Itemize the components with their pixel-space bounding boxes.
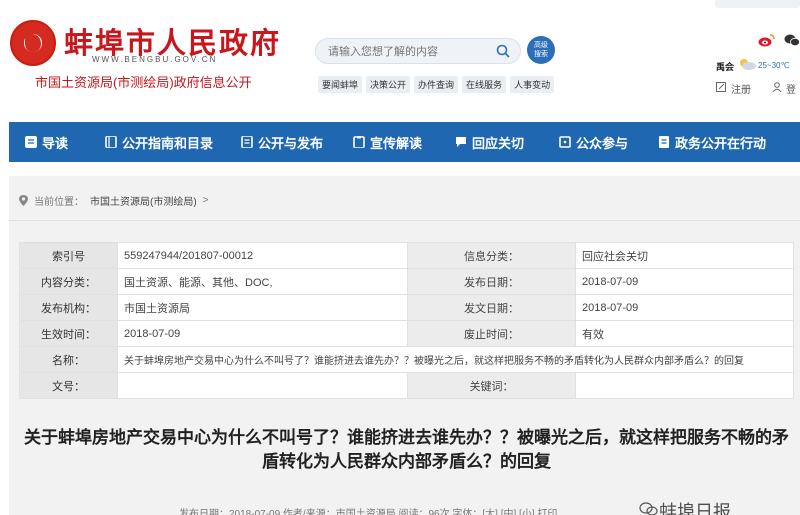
publisher-label: 发布机构： [19, 294, 118, 321]
advanced-search-label: 高级 搜索 [534, 42, 548, 58]
clipboard-icon [353, 136, 365, 148]
doc-no-value [117, 372, 408, 399]
weather-temperature: 25~30℃ [758, 61, 790, 70]
nav-label: 回应关切 [472, 135, 525, 151]
keywords-value [575, 372, 794, 399]
site-domain: WWW.BENGBU.GOV.CN [92, 55, 218, 64]
department-subtitle[interactable]: 市国土资源局(市测绘局)政府信息公开 [35, 72, 252, 91]
nav-item-participation[interactable]: 公众参与 [559, 122, 628, 162]
main-nav: 导读 公开指南和目录 公开与发布 宣传解读 回应关切 公众参与 政务公开在行动 [9, 122, 800, 162]
content-panel: 当前位置： 市国土资源局(市测绘局) > 索引号 559247944/20180… [9, 176, 800, 515]
table-row: 发布机构： 市国土资源局 发文日期： 2018-07-09 [19, 294, 794, 321]
info-class-label: 信息分类： [407, 242, 576, 269]
advanced-search-button[interactable]: 高级 搜索 [527, 36, 555, 64]
publish-date-value: 2018-07-09 [575, 268, 794, 295]
search-icon[interactable] [496, 44, 510, 58]
doc-no-label: 文号： [19, 372, 118, 399]
validity-value: 有效 [575, 320, 794, 347]
nav-item-action[interactable]: 政务公开在行动 [658, 122, 766, 162]
nav-item-publish[interactable]: 公开与发布 [241, 122, 323, 162]
content-class-label: 内容分类： [19, 268, 118, 295]
nav-label: 公开指南和目录 [122, 135, 214, 151]
index-no-label: 索引号 [19, 242, 118, 269]
doc-date-value: 2018-07-09 [575, 294, 794, 321]
table-row: 内容分类： 国土资源、能源、其他、DOC, 发布日期： 2018-07-09 [19, 268, 794, 295]
table-row: 名称： 关于蚌埠房地产交易中心为什么不叫号了？谁能挤进去谁先办？？被曝光之后，就… [19, 346, 794, 373]
breadcrumb-prefix: 当前位置： [34, 197, 84, 208]
nav-item-response[interactable]: 回应关切 [455, 122, 524, 162]
name-value: 关于蚌埠房地产交易中心为什么不叫号了？谁能挤进去谁先办？？被曝光之后，就这样把服… [117, 346, 794, 373]
table-row: 文号： 关键词： [19, 372, 794, 399]
search-box [315, 38, 521, 64]
nav-label: 公众参与 [576, 135, 629, 151]
breadcrumb: 当前位置： 市国土资源局(市测绘局) > [19, 193, 209, 208]
publisher-value: 市国土资源局 [117, 294, 408, 321]
effective-value: 2018-07-09 [117, 320, 408, 347]
info-class-value: 回应社会关切 [575, 242, 794, 269]
watermark-text: 蚌埠日报 [659, 502, 731, 515]
site-header: 蚌埠市人民政府 WWW.BENGBU.GOV.CN 市国土资源局(市测绘局)政府… [0, 0, 800, 122]
nav-item-guide[interactable]: 导读 [25, 122, 68, 162]
article-title: 关于蚌埠房地产交易中心为什么不叫号了？谁能挤进去谁先办？？被曝光之后，就这样把服… [24, 428, 789, 471]
table-row: 生效时间： 2018-07-09 废止时间： 有效 [19, 320, 794, 347]
comment-icon [559, 136, 571, 148]
cloudy-weather-icon [740, 59, 756, 70]
chat-icon [456, 137, 466, 147]
doc-date-label: 发文日期： [407, 294, 576, 321]
quick-link-personnel[interactable]: 人事变动 [510, 76, 555, 93]
document-icon [241, 136, 253, 148]
city-emblem-logo[interactable] [10, 20, 56, 66]
breadcrumb-separator: > [202, 195, 209, 206]
register-link[interactable]: 注册 [731, 81, 751, 96]
nav-label: 公开与发布 [258, 135, 324, 151]
quick-link-juece[interactable]: 决策公开 [366, 76, 411, 93]
quick-links: 要闻蚌埠 决策公开 办件查询 在线服务 人事变动 [318, 76, 555, 93]
effective-label: 生效时间： [19, 320, 118, 347]
book-icon [105, 136, 117, 148]
breadcrumb-current[interactable]: 市国土资源局(市测绘局) [90, 193, 197, 208]
nav-label: 政务公开在行动 [675, 135, 767, 151]
quick-link-yaowen[interactable]: 要闻蚌埠 [318, 76, 363, 93]
file-icon [659, 136, 669, 148]
divider [9, 220, 800, 221]
keywords-label: 关键词： [407, 372, 576, 399]
quick-link-online-service[interactable]: 在线服务 [462, 76, 507, 93]
wechat-icon [639, 502, 658, 515]
nav-label: 宣传解读 [370, 135, 423, 151]
user-icon [772, 82, 782, 92]
weather-city: 禹会 [716, 62, 735, 72]
nav-item-interpretation[interactable]: 宣传解读 [353, 122, 422, 162]
nav-item-open-guide[interactable]: 公开指南和目录 [105, 122, 213, 162]
table-row: 索引号 559247944/201807-00012 信息分类： 回应社会关切 [19, 242, 794, 269]
top-strip [715, 0, 800, 8]
login-link[interactable]: 登 [786, 81, 796, 96]
article-meta: 发布日期：2018-07-09 作者/来源：市国土资源局 阅读：96次 字体：[… [179, 509, 558, 515]
search-input[interactable] [328, 43, 488, 60]
list-icon [25, 136, 37, 148]
abolish-label: 废止时间： [407, 320, 576, 347]
index-no-value: 559247944/201807-00012 [117, 242, 408, 269]
edit-icon [716, 82, 726, 92]
publish-date-label: 发布日期： [407, 268, 576, 295]
quick-link-banjian[interactable]: 办件查询 [414, 76, 459, 93]
document-meta-table: 索引号 559247944/201807-00012 信息分类： 回应社会关切 … [19, 242, 794, 399]
weibo-icon[interactable] [758, 33, 775, 47]
location-pin-icon [19, 195, 28, 206]
wechat-icon[interactable] [784, 33, 800, 47]
content-class-value: 国土资源、能源、其他、DOC, [117, 268, 408, 295]
nav-label: 导读 [42, 135, 69, 151]
name-label: 名称： [19, 346, 118, 373]
